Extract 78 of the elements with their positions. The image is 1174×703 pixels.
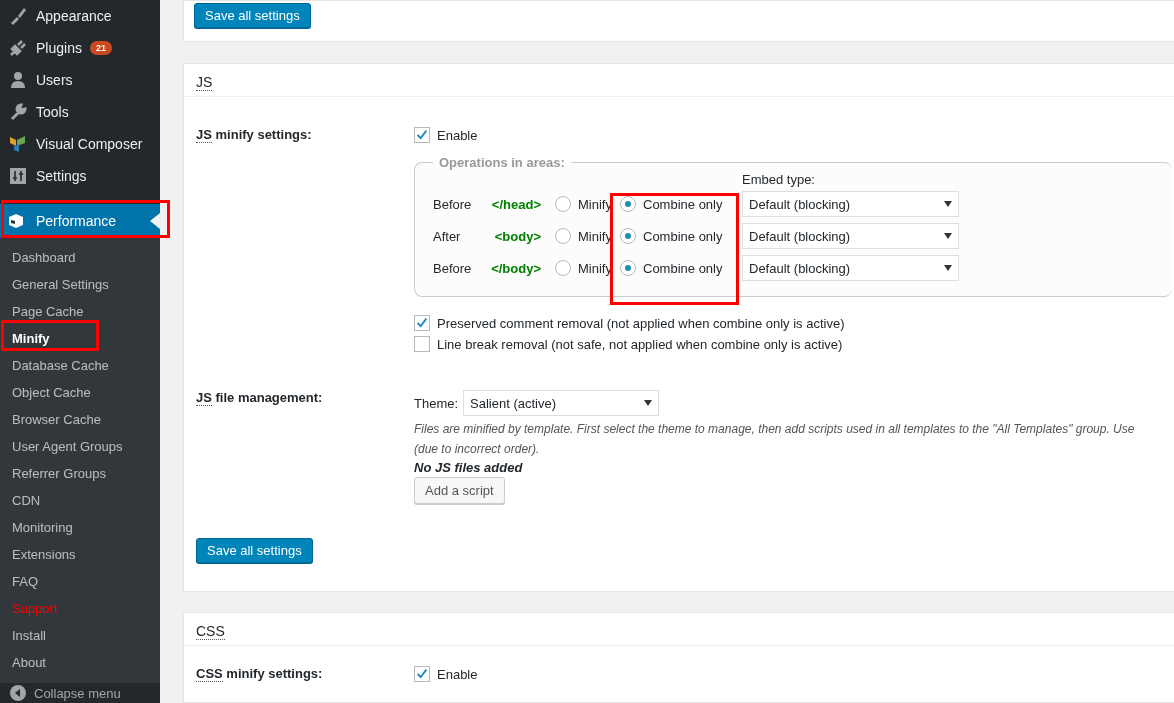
field-label: Theme: (414, 395, 459, 411)
checkbox[interactable] (414, 127, 430, 143)
menu-item[interactable]: Plugins 21 (0, 32, 160, 64)
caret-icon (644, 400, 653, 406)
submenu-item[interactable]: Page Cache (0, 298, 160, 325)
checkbox[interactable] (414, 666, 430, 682)
radio-label: Combine only (643, 260, 723, 276)
caret-icon (944, 201, 952, 207)
menu-item[interactable]: Tools (0, 96, 160, 128)
submenu-item[interactable]: Dashboard (0, 244, 160, 271)
radio-button[interactable] (620, 196, 636, 212)
submenu-item[interactable]: About (0, 649, 160, 676)
field-label: JS file management: (196, 390, 324, 408)
field-label: JS minify settings: (196, 127, 313, 145)
checkbox[interactable] (414, 336, 430, 352)
checkbox[interactable] (414, 315, 430, 331)
menu-item[interactable]: Settings (0, 160, 160, 192)
group-legend: Operations in areas: (433, 155, 571, 170)
add-script-button[interactable]: Add a script (414, 477, 505, 504)
submenu-item[interactable]: Extensions (0, 541, 160, 568)
submenu-item[interactable]: FAQ (0, 568, 160, 595)
html-tag: </body> (483, 260, 541, 276)
submenu-item[interactable]: Minify (0, 325, 160, 352)
radio-label: Minify (578, 260, 612, 276)
theme-select[interactable]: Salient (active) (463, 390, 660, 416)
checkbox-label: Line break removal (not safe, not applied when combine only is active) (437, 336, 843, 352)
area-position: Before (433, 196, 473, 212)
field-label: CSS minify settings: (196, 666, 324, 682)
empty-message: No JS files added (414, 460, 524, 475)
cube-icon (6, 211, 26, 231)
embed-type-select[interactable]: Default (blocking) (742, 223, 959, 249)
collapse-icon (10, 685, 26, 701)
radio-button[interactable] (620, 260, 636, 276)
submenu-item[interactable]: Object Cache (0, 379, 160, 406)
update-count-badge: 21 (89, 41, 112, 55)
radio-button[interactable] (555, 260, 571, 276)
menu-item[interactable]: Visual Composer (0, 128, 160, 160)
html-tag: </head> (483, 196, 541, 212)
area-position: Before (433, 260, 473, 276)
submenu-item[interactable]: Install (0, 622, 160, 649)
radio-label: Combine only (643, 196, 723, 212)
caret-icon (944, 233, 952, 239)
save-button[interactable]: Save all settings (196, 538, 313, 563)
menu-item[interactable]: Appearance (0, 0, 160, 32)
help-text: (due to incorrect order). (414, 442, 541, 456)
radio-label: Combine only (643, 228, 723, 244)
radio-label: Minify (578, 196, 612, 212)
submenu-item[interactable]: CDN (0, 487, 160, 514)
embed-type-select[interactable]: Default (blocking) (742, 255, 959, 281)
submenu-item[interactable]: Referrer Groups (0, 460, 160, 487)
area-position: After (433, 228, 462, 244)
menu-item[interactable]: Performance (0, 204, 160, 238)
menu-icon (8, 134, 28, 154)
menu-icon (8, 38, 28, 58)
menu-item[interactable]: Users (0, 64, 160, 96)
help-text: Files are minified by template. First select the theme to manage, then add scripts used in all templates to the "All Templates" group. Use (414, 422, 1136, 436)
caret-icon (944, 265, 952, 271)
submenu-item[interactable]: Browser Cache (0, 406, 160, 433)
embed-type-select[interactable]: Default (blocking) (742, 191, 959, 217)
radio-button[interactable] (555, 228, 571, 244)
checkbox-label: Enable (437, 127, 478, 143)
radio-label: Minify (578, 228, 612, 244)
section-title: CSS (196, 623, 225, 640)
submenu-item[interactable]: Monitoring (0, 514, 160, 541)
submenu-item[interactable]: User Agent Groups (0, 433, 160, 460)
html-tag: <body> (483, 228, 541, 244)
section-title: JS (196, 74, 213, 91)
menu-icon (8, 102, 28, 122)
checkbox-label: Enable (437, 666, 478, 682)
column-header: Embed type: (742, 172, 815, 187)
menu-icon (8, 166, 28, 186)
save-button[interactable]: Save all settings (194, 3, 311, 28)
menu-icon (8, 70, 28, 90)
radio-button[interactable] (555, 196, 571, 212)
submenu-item[interactable]: General Settings (0, 271, 160, 298)
submenu-item[interactable]: Database Cache (0, 352, 160, 379)
checkbox-label: Preserved comment removal (not applied when combine only is active) (437, 315, 845, 331)
radio-button[interactable] (620, 228, 636, 244)
